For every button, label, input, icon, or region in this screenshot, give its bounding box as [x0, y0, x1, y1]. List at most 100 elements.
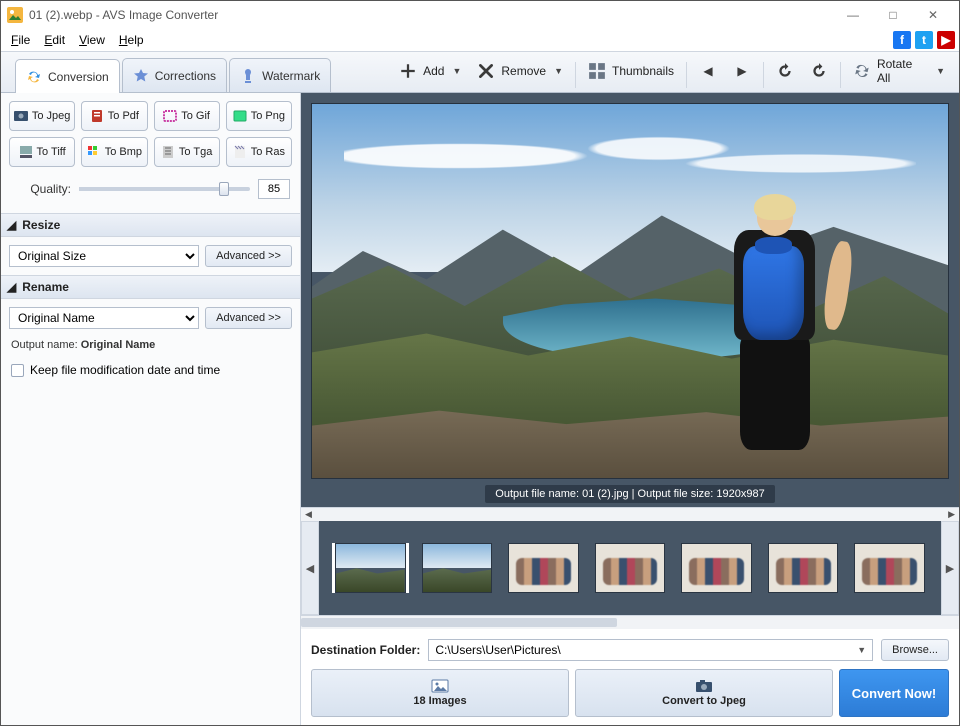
quality-slider[interactable] [79, 187, 250, 191]
destination-select[interactable]: C:\Users\User\Pictures\ ▼ [428, 639, 873, 661]
png-icon [233, 109, 247, 123]
chevron-down-icon: ▼ [452, 66, 461, 76]
menu-view[interactable]: View [73, 31, 111, 49]
prev-button[interactable]: ◀ [691, 54, 725, 88]
tab-watermark[interactable]: Watermark [229, 58, 331, 92]
window-title: 01 (2).webp - AVS Image Converter [29, 8, 218, 22]
thumb-hscroll[interactable] [301, 615, 959, 629]
output-name-value: Original Name [81, 339, 156, 351]
step-convert-to[interactable]: Convert to Jpeg [575, 669, 833, 717]
convert-now-label: Convert Now! [852, 686, 937, 701]
format-pdf-label: To Pdf [108, 110, 139, 122]
maximize-button[interactable]: □ [873, 1, 913, 29]
preview-image[interactable] [311, 103, 949, 479]
rotate-all-icon [853, 62, 871, 80]
thumbnails-button[interactable]: Thumbnails [580, 54, 682, 88]
menu-help[interactable]: Help [113, 31, 150, 49]
tab-conversion[interactable]: Conversion [15, 59, 120, 93]
menu-file[interactable]: File [5, 31, 36, 49]
step-convert-to-label: Convert to Jpeg [662, 695, 746, 707]
format-png-label: To Png [251, 110, 285, 122]
twitter-icon[interactable]: t [915, 31, 933, 49]
convert-now-button[interactable]: Convert Now! [839, 669, 949, 717]
thumbnail-6[interactable] [768, 543, 839, 593]
format-tiff-label: To Tiff [37, 146, 66, 158]
quality-value[interactable]: 85 [258, 179, 290, 199]
tab-corrections-label: Corrections [155, 69, 216, 83]
right-area: Output file name: 01 (2).jpg | Output fi… [301, 93, 959, 725]
destination-path: C:\Users\User\Pictures\ [435, 643, 560, 657]
next-button[interactable]: ▶ [725, 54, 759, 88]
chevron-down-icon: ▼ [857, 645, 866, 655]
format-pdf[interactable]: To Pdf [81, 101, 147, 131]
minimize-button[interactable]: — [833, 1, 873, 29]
thumbnail-7[interactable] [854, 543, 925, 593]
thumbnail-1[interactable] [335, 543, 406, 593]
thumbnail-3[interactable] [508, 543, 579, 593]
jpeg-icon [14, 109, 28, 123]
preview-hscroll[interactable]: ◀▶ [301, 507, 959, 521]
keep-date-checkbox[interactable] [11, 364, 24, 377]
star-icon [133, 68, 149, 84]
tab-conversion-label: Conversion [48, 70, 109, 84]
add-button[interactable]: Add ▼ [391, 54, 469, 88]
rename-advanced-button[interactable]: Advanced >> [205, 307, 292, 329]
chevron-down-icon: ▼ [554, 66, 563, 76]
tab-corrections[interactable]: Corrections [122, 58, 227, 92]
preview-area: Output file name: 01 (2).jpg | Output fi… [301, 93, 959, 507]
format-png[interactable]: To Png [226, 101, 292, 131]
close-button[interactable]: ✕ [913, 1, 953, 29]
browse-button[interactable]: Browse... [881, 639, 949, 661]
format-jpeg-label: To Jpeg [32, 110, 71, 122]
rename-select[interactable]: Original Name [9, 307, 199, 329]
add-label: Add [423, 64, 444, 78]
youtube-icon[interactable]: ▶ [937, 31, 955, 49]
tga-icon [161, 145, 175, 159]
rotate-all-button[interactable]: Rotate All ▼ [845, 54, 953, 88]
main-tabs: Conversion Corrections Watermark [15, 58, 331, 92]
output-name-label: Output name: [11, 339, 78, 351]
step-images-label: 18 Images [413, 695, 466, 707]
resize-select[interactable]: Original Size [9, 245, 199, 267]
resize-header[interactable]: ◢ Resize [1, 213, 300, 237]
facebook-icon[interactable]: f [893, 31, 911, 49]
app-icon [7, 7, 23, 23]
left-panel: To Jpeg To Pdf To Gif To Png To Tiff To … [1, 93, 301, 725]
format-ras[interactable]: To Ras [226, 137, 292, 167]
thumbnail-2[interactable] [422, 543, 493, 593]
images-icon [431, 679, 449, 693]
thumb-prev[interactable]: ◀ [301, 521, 319, 615]
thumbnail-4[interactable] [595, 543, 666, 593]
format-tiff[interactable]: To Tiff [9, 137, 75, 167]
collapse-icon: ◢ [7, 218, 16, 232]
slider-thumb[interactable] [219, 182, 229, 196]
tiff-icon [19, 145, 33, 159]
rotate-ccw-button[interactable] [768, 54, 802, 88]
step-images[interactable]: 18 Images [311, 669, 569, 717]
bottom-panel: Destination Folder: C:\Users\User\Pictur… [301, 629, 959, 725]
gif-icon [163, 109, 177, 123]
camera-icon [695, 679, 713, 693]
menubar: File Edit View Help f t ▶ [1, 29, 959, 51]
format-gif[interactable]: To Gif [154, 101, 220, 131]
quality-label: Quality: [11, 182, 71, 196]
rotate-cw-button[interactable] [802, 54, 836, 88]
menu-edit[interactable]: Edit [38, 31, 71, 49]
format-tga[interactable]: To Tga [154, 137, 220, 167]
destination-label: Destination Folder: [311, 643, 420, 657]
thumbnail-5[interactable] [681, 543, 752, 593]
format-tga-label: To Tga [179, 146, 212, 158]
resize-heading: Resize [22, 218, 60, 232]
keep-date-row[interactable]: Keep file modification date and time [9, 359, 292, 381]
rename-header[interactable]: ◢ Rename [1, 275, 300, 299]
resize-advanced-button[interactable]: Advanced >> [205, 245, 292, 267]
format-grid: To Jpeg To Pdf To Gif To Png To Tiff To … [9, 101, 292, 167]
thumb-next[interactable]: ▶ [941, 521, 959, 615]
remove-button[interactable]: Remove ▼ [469, 54, 571, 88]
thumbnail-strip: ◀ ▶ [301, 521, 959, 615]
plus-icon [399, 62, 417, 80]
format-jpeg[interactable]: To Jpeg [9, 101, 75, 131]
output-name-row: Output name: Original Name [9, 337, 292, 351]
bmp-icon [87, 145, 101, 159]
format-bmp[interactable]: To Bmp [81, 137, 147, 167]
